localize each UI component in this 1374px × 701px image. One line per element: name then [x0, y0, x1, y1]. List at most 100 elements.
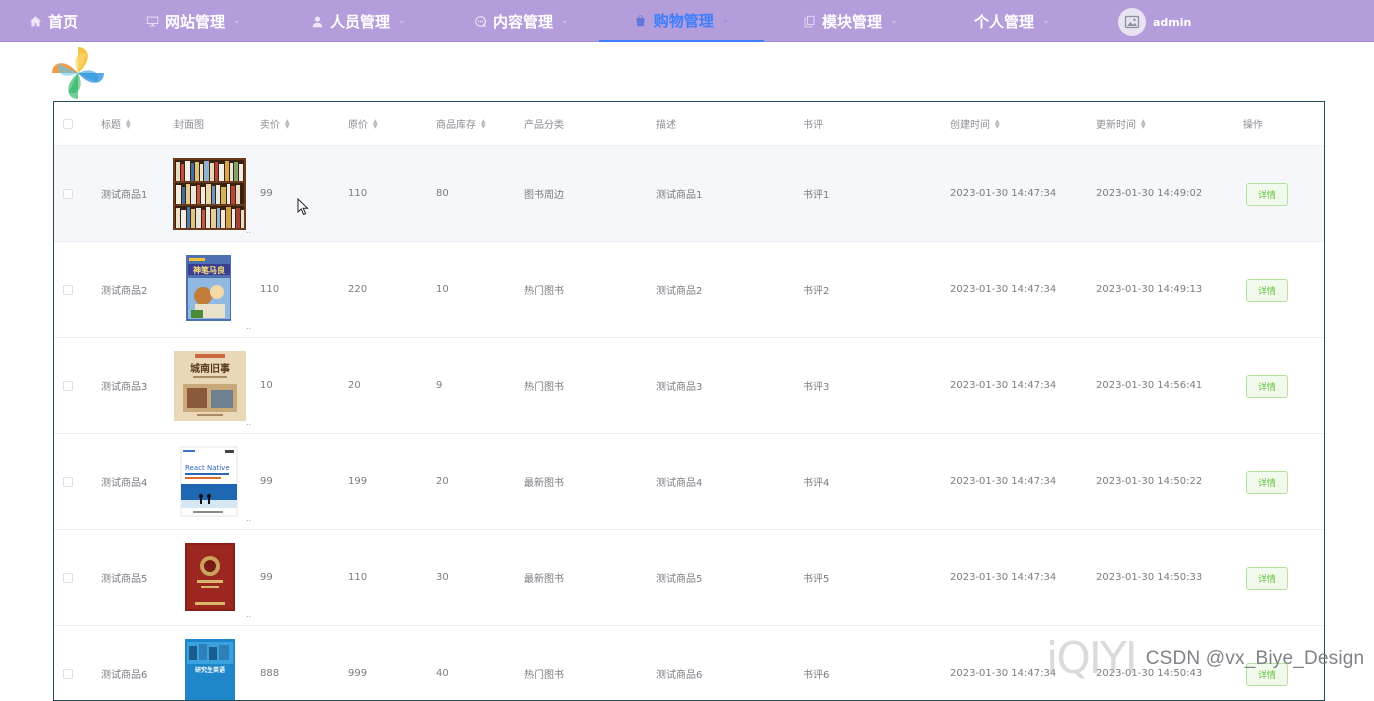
cell-updated-time: 2023-01-30 14:50:43 [1096, 668, 1203, 679]
column-header-category: 产品分类 [524, 120, 564, 131]
row-checkbox[interactable] [63, 476, 73, 487]
detail-button[interactable]: 详情 [1246, 663, 1288, 686]
chevron-down-icon: ⌄ [1042, 16, 1050, 26]
detail-button[interactable]: 详情 [1246, 183, 1288, 206]
cover-title: 研究生英语 [195, 666, 225, 674]
pinwheel-logo[interactable] [49, 44, 107, 102]
sort-caret-icon[interactable]: ▲ ▼ [126, 118, 131, 129]
table-row[interactable]: 测试商品6 研究生英语 888 999 40 热门图书 测试商品6 书评6 20… [54, 626, 1324, 700]
cell-price: 10 [260, 380, 273, 391]
column-header-updated-time[interactable]: 更新时间 ▲ ▼ [1096, 102, 1146, 145]
nav-item-content-management[interactable]: 内容管理 ⌄ [473, 0, 569, 42]
image-avatar-icon [1118, 8, 1146, 36]
home-icon [28, 14, 42, 28]
row-checkbox[interactable] [63, 188, 73, 199]
cell-review: 书评4 [803, 478, 830, 489]
cell-description: 测试商品6 [656, 670, 703, 681]
cell-review: 书评6 [803, 670, 830, 681]
column-header-created-time[interactable]: 创建时间 ▲ ▼ [950, 102, 1000, 145]
cell-updated-time: 2023-01-30 14:49:02 [1096, 188, 1203, 199]
nav-item-user-management[interactable]: 人员管理 ⌄ [310, 0, 406, 42]
cell-category: 最新图书 [524, 574, 564, 585]
table-row[interactable]: 测试商品5 .. 99 110 30 最新图书 测试商品5 书评5 2023-0… [54, 530, 1324, 626]
top-navigation-bar: 首页 网站管理 ⌄ 人员管理 ⌄ 内容管理 ⌄ 购物管理 ⌄ 模块管理 ⌄ 个人… [0, 0, 1374, 42]
user-menu[interactable]: admin [1118, 8, 1191, 36]
sort-caret-icon[interactable]: ▲ ▼ [481, 118, 486, 129]
column-header-stock[interactable]: 商品库存 ▲ ▼ [436, 102, 486, 145]
table-row[interactable]: 测试商品3 城南旧事 .. 10 20 9 热门图书 测试商品3 书评3 202… [54, 338, 1324, 434]
detail-button[interactable]: 详情 [1246, 279, 1288, 302]
sort-caret-icon[interactable]: ▲ ▼ [995, 118, 1000, 129]
nav-item-personal-management[interactable]: 个人管理 ⌄ [974, 0, 1050, 42]
cell-stock: 9 [436, 380, 443, 391]
nav-item-website-management[interactable]: 网站管理 ⌄ [145, 0, 241, 42]
bookshelf-image[interactable] [173, 158, 247, 232]
column-header-original-price[interactable]: 原价 ▲ ▼ [348, 102, 378, 145]
cell-created-time: 2023-01-30 14:47:34 [950, 380, 1057, 391]
row-checkbox[interactable] [63, 668, 73, 679]
chevron-down-icon: ⌄ [890, 16, 898, 26]
cell-stock: 30 [436, 572, 449, 583]
table-row[interactable]: 测试商品1 .. 99 110 80 图书周边 测试商品1 书评1 2023-0… [54, 146, 1324, 242]
book-cover-image[interactable]: 研究生英语 [173, 638, 247, 700]
product-table: 标题 ▲ ▼ 封面图 卖价 ▲ ▼ 原价 ▲ ▼ 商品库存 ▲ ▼ 产品分类 描述 书评… [53, 101, 1325, 701]
chevron-down-icon: ⌄ [233, 16, 241, 26]
cell-created-time: 2023-01-30 14:47:34 [950, 284, 1057, 295]
detail-button[interactable]: 详情 [1246, 375, 1288, 398]
nav-item-label: 首页 [48, 12, 79, 31]
row-checkbox[interactable] [63, 284, 73, 295]
cover-title: 城南旧事 [190, 362, 230, 375]
nav-item-home[interactable]: 首页 [28, 0, 78, 42]
cell-updated-time: 2023-01-30 14:49:13 [1096, 284, 1203, 295]
cell-original-price: 220 [348, 284, 368, 295]
bag-icon [634, 13, 648, 27]
chat-icon [473, 14, 487, 28]
nav-item-label: 人员管理 [330, 12, 391, 31]
detail-button[interactable]: 详情 [1246, 471, 1288, 494]
cell-review: 书评3 [803, 382, 830, 393]
table-header: 标题 ▲ ▼ 封面图 卖价 ▲ ▼ 原价 ▲ ▼ 商品库存 ▲ ▼ 产品分类 描述 书评… [54, 102, 1324, 146]
cell-original-price: 999 [348, 668, 368, 679]
cell-category: 热门图书 [524, 286, 564, 297]
book-cover-image[interactable]: 神笔马良 [173, 254, 247, 328]
select-all-checkbox[interactable] [63, 118, 73, 129]
book-cover-image[interactable] [173, 542, 247, 616]
cover-ellipsis: .. [246, 514, 252, 523]
cell-updated-time: 2023-01-30 14:50:33 [1096, 572, 1203, 583]
cover-title: React Native [185, 464, 230, 472]
nav-item-label: 网站管理 [165, 12, 226, 31]
cover-ellipsis: .. [246, 610, 252, 619]
row-checkbox[interactable] [63, 380, 73, 391]
user-icon [310, 14, 324, 28]
sort-caret-icon[interactable]: ▲ ▼ [373, 118, 378, 129]
column-header-price[interactable]: 卖价 ▲ ▼ [260, 102, 290, 145]
chevron-down-icon: ⌄ [721, 15, 730, 25]
sort-caret-icon[interactable]: ▲ ▼ [285, 118, 290, 129]
cell-description: 测试商品3 [656, 382, 703, 393]
cell-stock: 10 [436, 284, 449, 295]
cover-title: 神笔马良 [193, 265, 225, 275]
book-cover-image[interactable]: React Native [173, 446, 247, 520]
cell-created-time: 2023-01-30 14:47:34 [950, 188, 1057, 199]
chevron-down-icon: ⌄ [398, 16, 406, 26]
cell-stock: 80 [436, 188, 449, 199]
nav-item-shopping-management[interactable]: 购物管理 ⌄ [599, 0, 764, 42]
sort-caret-icon[interactable]: ▲ ▼ [1141, 118, 1146, 129]
cover-ellipsis: .. [246, 226, 252, 235]
table-row[interactable]: 测试商品4 React Native .. 99 199 20 最新图书 测试商… [54, 434, 1324, 530]
detail-button[interactable]: 详情 [1246, 567, 1288, 590]
cell-description: 测试商品1 [656, 190, 703, 201]
cell-title: 测试商品1 [101, 190, 148, 201]
column-header-title[interactable]: 标题 ▲ ▼ [101, 102, 131, 145]
cover-ellipsis: .. [246, 322, 252, 331]
table-row[interactable]: 测试商品2 神笔马良 .. 110 220 10 热门图书 测试商品2 书评2 … [54, 242, 1324, 338]
cell-created-time: 2023-01-30 14:47:34 [950, 476, 1057, 487]
cell-category: 热门图书 [524, 382, 564, 393]
book-cover-image[interactable]: 城南旧事 [173, 350, 247, 424]
cell-description: 测试商品4 [656, 478, 703, 489]
row-checkbox[interactable] [63, 572, 73, 583]
cell-updated-time: 2023-01-30 14:50:22 [1096, 476, 1203, 487]
cell-review: 书评2 [803, 286, 830, 297]
column-header-description: 描述 [656, 120, 676, 131]
nav-item-module-management[interactable]: 模块管理 ⌄ [802, 0, 898, 42]
